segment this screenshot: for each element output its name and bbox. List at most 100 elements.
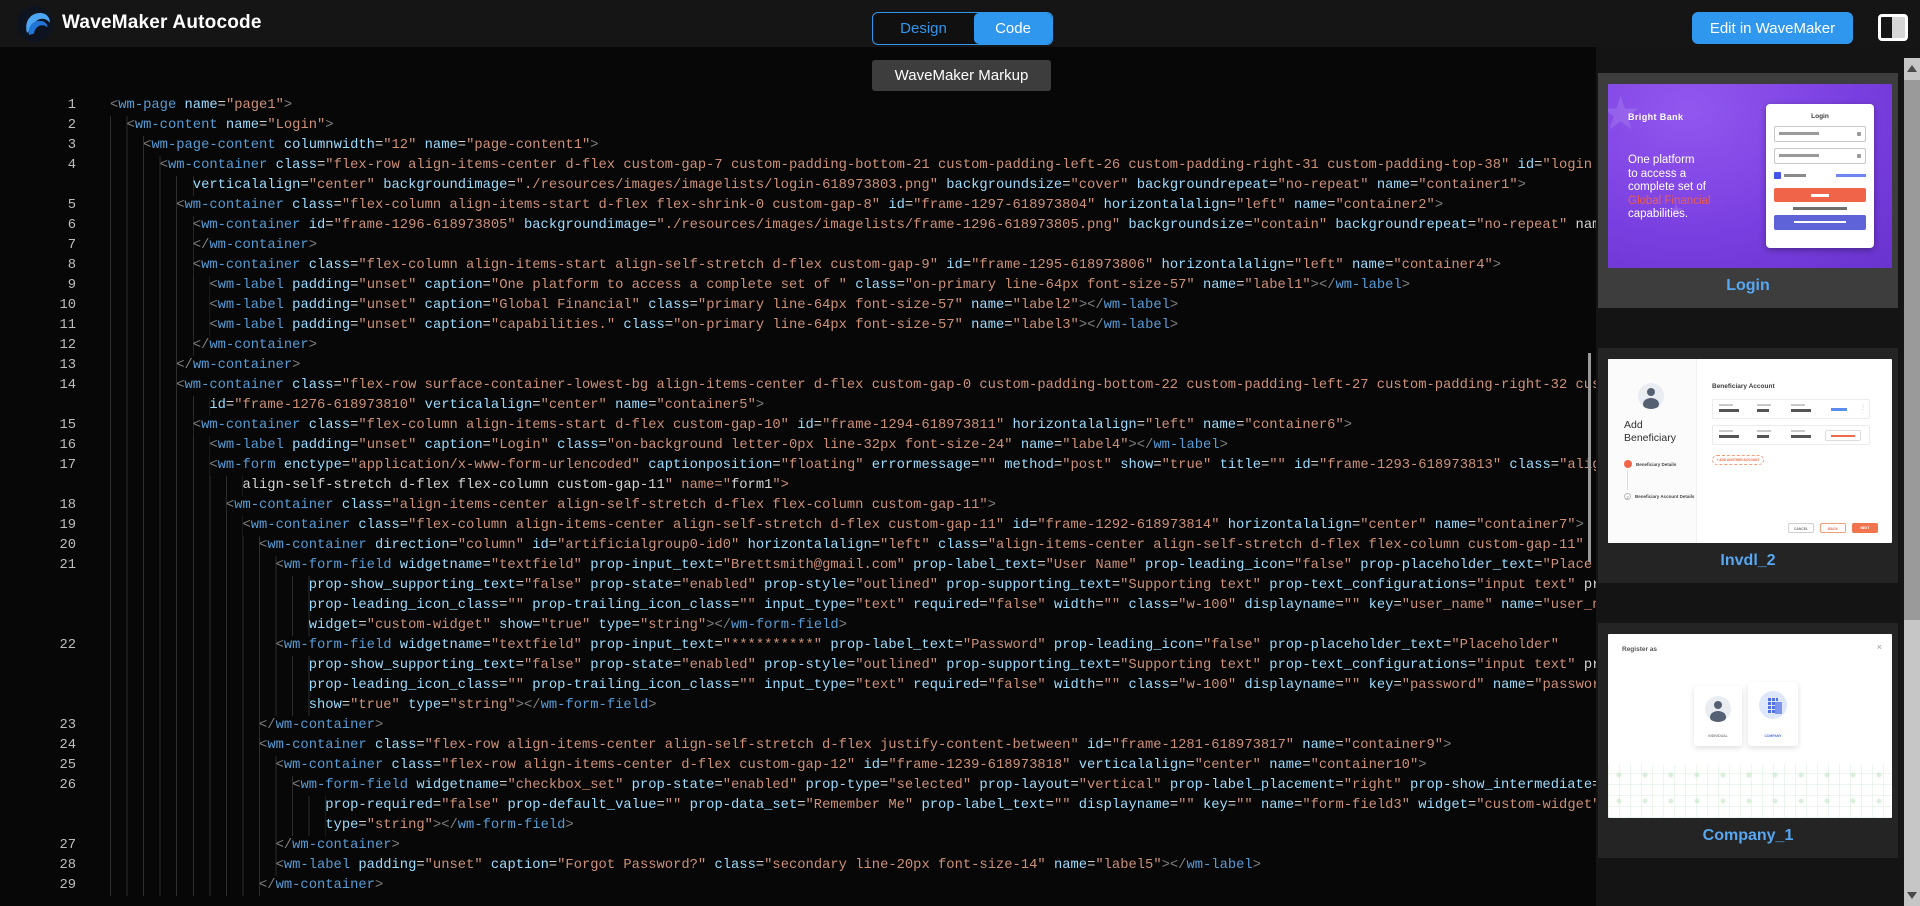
page-label-company1: Company_1 [1598,818,1898,858]
code-row[interactable]: verticalalign="center" backgroundimage="… [0,176,1596,196]
code-row[interactable]: 2 <wm-content name="Login"> [0,116,1596,136]
code-row[interactable]: 12 </wm-container> [0,336,1596,356]
sidebar-scrollbar-track[interactable] [1904,58,1920,906]
line-number [0,396,76,416]
code-row[interactable]: align-self-stretch d-flex flex-column cu… [0,476,1596,496]
code-row[interactable]: 4 <wm-container class="flex-row align-it… [0,156,1596,176]
line-number: 26 [0,776,76,796]
code-text: </wm-container> [110,836,400,856]
code-text: prop-show_supporting_text="false" prop-s… [110,576,1596,596]
line-number: 11 [0,316,76,336]
code-row[interactable]: 22 <wm-form-field widgetname="textfield"… [0,636,1596,656]
step-dot-icon [1624,460,1632,468]
editor-vertical-scrollbar[interactable] [1588,353,1591,562]
code-row[interactable]: 8 <wm-container class="flex-column align… [0,256,1596,276]
code-row[interactable]: prop-required="false" prop-default_value… [0,796,1596,816]
edit-in-wavemaker-button[interactable]: Edit in WaveMaker [1692,12,1853,44]
code-row[interactable]: 13 </wm-container> [0,356,1596,376]
code-text: <wm-form-field widgetname="checkbox_set"… [110,776,1596,796]
code-row[interactable]: 3 <wm-page-content columnwidth="12" name… [0,136,1596,156]
code-row[interactable]: 10 <wm-label padding="unset" caption="Gl… [0,296,1596,316]
code-editor[interactable]: 1<wm-page name="page1">2 <wm-content nam… [0,47,1596,906]
code-row[interactable]: 23 </wm-container> [0,716,1596,736]
code-row[interactable]: 27 </wm-container> [0,836,1596,856]
code-row[interactable]: 20 <wm-container direction="column" id="… [0,536,1596,556]
code-text: <wm-container direction="column" id="art… [110,536,1592,556]
code-row[interactable]: prop-show_supporting_text="false" prop-s… [0,656,1596,676]
line-number [0,596,76,616]
mini-step-1: Beneficiary Details [1624,460,1676,468]
code-row[interactable]: prop-leading_icon_class="" prop-trailing… [0,676,1596,696]
step-connector [1627,470,1628,490]
code-text: <wm-container class="flex-row align-item… [110,156,1592,176]
doodle-pattern-band [1608,764,1892,818]
tab-code[interactable]: Code [974,13,1052,44]
code-row[interactable]: 19 <wm-container class="flex-column alig… [0,516,1596,536]
scroll-down-arrow-icon[interactable] [1907,892,1917,899]
code-text: <wm-label padding="unset" caption="Globa… [110,296,1178,316]
code-row[interactable]: 28 <wm-label padding="unset" caption="Fo… [0,856,1596,876]
code-row[interactable]: 25 <wm-container class="flex-row align-i… [0,756,1596,776]
line-number: 18 [0,496,76,516]
line-number: 24 [0,736,76,756]
code-text: <wm-container class="flex-column align-i… [110,196,1443,216]
mini-next-button: NEXT [1852,523,1878,533]
text-placeholder-bar [1784,174,1806,177]
mini-individual-card: INDIVIDUAL [1694,686,1742,746]
code-row[interactable]: 9 <wm-label padding="unset" caption="One… [0,276,1596,296]
code-row[interactable]: 1<wm-page name="page1"> [0,96,1596,116]
page-card-login[interactable]: ★ ★ Bright Bank One platform to access a… [1598,73,1898,308]
page-card-invdl2[interactable]: Add Beneficiary Beneficiary Details 2 Be… [1598,348,1898,583]
code-text: prop-show_supporting_text="false" prop-s… [110,656,1596,676]
page-card-company1[interactable]: Register as × INDIVIDUAL COMPANY Company… [1598,623,1898,858]
line-number: 19 [0,516,76,536]
mini-step-2: 2 Beneficiary Account Details [1624,493,1694,500]
line-number: 8 [0,256,76,276]
code-row[interactable]: 18 <wm-container class="align-items-cent… [0,496,1596,516]
code-row[interactable]: type="string"></wm-form-field> [0,816,1596,836]
scroll-up-arrow-icon[interactable] [1907,65,1917,72]
code-row[interactable]: 21 <wm-form-field widgetname="textfield"… [0,556,1596,576]
code-text: prop-required="false" prop-default_value… [110,796,1596,816]
mini-login-button [1774,188,1866,202]
code-text: <wm-label padding="unset" caption="Login… [110,436,1228,456]
code-row[interactable]: 17 <wm-form enctype="application/x-www-f… [0,456,1596,476]
code-text: show="true" type="string"></wm-form-fiel… [110,696,657,716]
code-row[interactable]: id="frame-1276-618973810" verticalalign=… [0,396,1596,416]
tab-design[interactable]: Design [873,13,974,44]
sidebar-scrollbar-thumb[interactable] [1904,80,1920,620]
code-text: </wm-container> [110,236,317,256]
brand-logo-text: Bright Bank [1628,112,1683,122]
code-row[interactable]: 7 </wm-container> [0,236,1596,256]
code-text: <wm-form enctype="application/x-www-form… [110,456,1596,476]
code-row[interactable]: 29 </wm-container> [0,876,1596,896]
code-row[interactable]: prop-show_supporting_text="false" prop-s… [0,576,1596,596]
link-placeholder-bar [1831,408,1847,411]
mini-dialog-title: Register as [1622,646,1657,653]
page-label-login: Login [1598,268,1898,308]
line-number [0,796,76,816]
invdl2-page-thumbnail: Add Beneficiary Beneficiary Details 2 Be… [1608,359,1892,543]
app-title: WaveMaker Autocode [62,12,262,34]
line-number: 21 [0,556,76,576]
code-row[interactable]: prop-leading_icon_class="" prop-trailing… [0,596,1596,616]
user-icon [1857,132,1861,136]
line-number [0,696,76,716]
code-row[interactable]: 15 <wm-container class="flex-column alig… [0,416,1596,436]
code-row[interactable]: show="true" type="string"></wm-form-fiel… [0,696,1596,716]
line-number: 29 [0,876,76,896]
line-number [0,816,76,836]
code-row[interactable]: 6 <wm-container id="frame-1296-618973805… [0,216,1596,236]
line-number: 3 [0,136,76,156]
toggle-panel-icon[interactable] [1878,14,1908,41]
code-row[interactable]: 14 <wm-container class="flex-row surface… [0,376,1596,396]
line-number: 27 [0,836,76,856]
code-row[interactable]: 11 <wm-label padding="unset" caption="ca… [0,316,1596,336]
code-row[interactable]: 24 <wm-container class="flex-row align-i… [0,736,1596,756]
code-row[interactable]: 26 <wm-form-field widgetname="checkbox_s… [0,776,1596,796]
code-text: type="string"></wm-form-field> [110,816,574,836]
code-row[interactable]: 5 <wm-container class="flex-column align… [0,196,1596,216]
text-placeholder-bar [1793,207,1847,210]
code-row[interactable]: widget="custom-widget" show="true" type=… [0,616,1596,636]
code-row[interactable]: 16 <wm-label padding="unset" caption="Lo… [0,436,1596,456]
